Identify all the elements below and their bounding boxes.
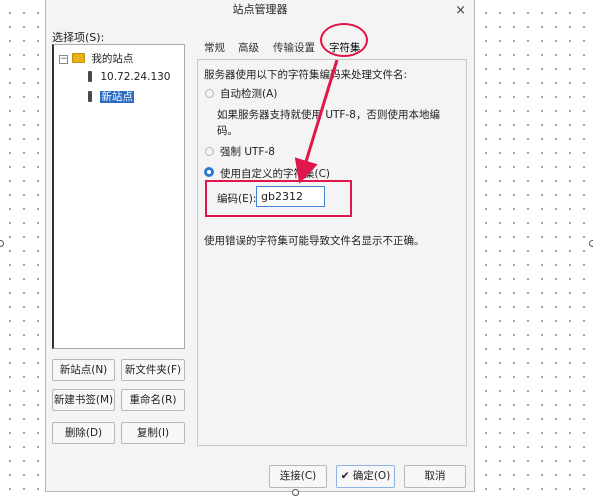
resize-handle-right[interactable] (589, 240, 593, 247)
annotation-arrow-line (294, 59, 339, 184)
annotation-arrow (294, 59, 339, 184)
